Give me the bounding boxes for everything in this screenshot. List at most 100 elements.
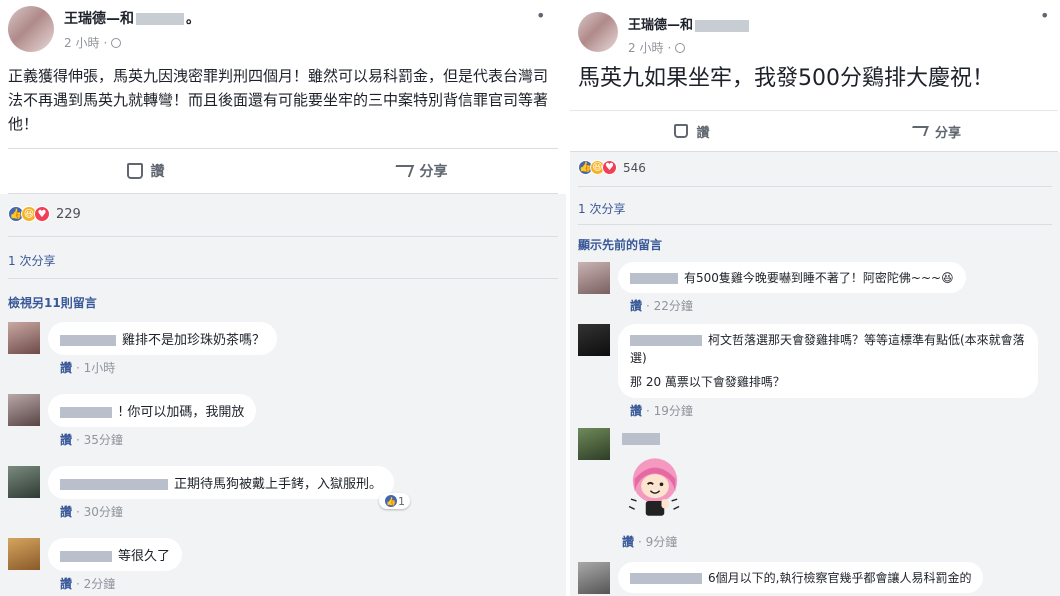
meta-dot: ·: [667, 40, 672, 55]
comment-item: 6個月以下的,執行檢察官幾乎都會讓人易科罰金的: [578, 562, 984, 594]
comment-meta: 讚 · 30分鐘: [60, 505, 123, 519]
comment-like-button[interactable]: 讚: [630, 404, 642, 418]
more-options-icon[interactable]: •: [536, 6, 545, 25]
commenter-avatar[interactable]: [8, 538, 40, 570]
commenter-avatar[interactable]: [8, 322, 40, 354]
comment-text-line2: 那 20 萬票以下會發雞排嗎？: [630, 375, 785, 389]
tagged-friend-blurred[interactable]: [136, 13, 184, 25]
like-button[interactable]: 讚: [570, 111, 814, 151]
commenter-name-blurred[interactable]: [60, 335, 116, 346]
comment-item: 柯文哲落選那天會發雞排嗎？等等這標準有點低(本來就會落選) 那 20 萬票以下會…: [578, 324, 1038, 419]
comment-bubble: 正期待馬狗被戴上手銬，入獄服刑。 👍 1: [48, 466, 411, 509]
commenter-name-blurred[interactable]: [630, 573, 702, 584]
share-button[interactable]: 分享: [814, 111, 1058, 151]
comment-item: 有500隻雞今晚要嚇到睡不著了！阿密陀佛~~~😆 讚 · 22分鐘: [578, 262, 966, 314]
comment-item: ! 你可以加碼，我開放 讚 · 35分鐘: [8, 394, 257, 448]
post-actions: 讚 分享: [8, 148, 558, 194]
author-avatar[interactable]: [578, 12, 618, 52]
author-line: 王瑞德—和 。: [64, 8, 200, 28]
post-text: 正義獲得伸張，馬英九因洩密罪判刑四個月！雖然可以易科罰金，但是代表台灣司法不再遇…: [8, 67, 549, 133]
shares-count[interactable]: 1 次分享: [578, 200, 625, 217]
more-options-icon[interactable]: •: [1040, 6, 1049, 25]
comment-like-button[interactable]: 讚: [60, 577, 72, 591]
post-time[interactable]: 2 小時: [628, 39, 663, 56]
comment-like-button[interactable]: 讚: [60, 361, 72, 375]
comment-time[interactable]: 19分鐘: [654, 404, 693, 418]
reactions-summary[interactable]: 👍 😆 ♥ 229: [8, 206, 81, 222]
commenter-name-blurred[interactable]: [60, 407, 112, 418]
comment-bubble: 柯文哲落選那天會發雞排嗎？等等這標準有點低(本來就會落選) 那 20 萬票以下會…: [618, 324, 1038, 398]
post-meta: 2 小時 ·: [628, 39, 751, 56]
view-more-comments[interactable]: 檢視另11則留言: [8, 294, 97, 311]
tagged-friend-blurred[interactable]: [695, 19, 750, 32]
left-post: 王瑞德—和 。 2 小時 · • 正義獲得伸張，馬英九因洩密罪判刑四個月！雖然可以…: [0, 0, 566, 596]
comment-item: 讚 · 9分鐘: [578, 428, 692, 550]
comment-item: 雞排不是加珍珠奶茶嗎？ 讚 · 1小時: [8, 322, 278, 376]
author-avatar[interactable]: [8, 6, 54, 52]
commenter-avatar[interactable]: [578, 562, 610, 594]
comment-reaction-count: 1: [398, 494, 406, 508]
commenter-avatar[interactable]: [578, 324, 610, 356]
comment-meta: 讚 · 2分鐘: [60, 577, 116, 591]
comment-time[interactable]: 1小時: [84, 361, 116, 375]
shares-count[interactable]: 1 次分享: [8, 252, 55, 269]
post-time[interactable]: 2 小時: [64, 34, 99, 51]
comment-text: 有500隻雞今晚要嚇到睡不著了！阿密陀佛~~~😆: [684, 271, 954, 285]
comment-meta: 讚 · 1小時: [60, 361, 116, 375]
comment-text: ! 你可以加碼，我開放: [118, 405, 245, 420]
like-button[interactable]: 讚: [8, 149, 283, 193]
comment-time[interactable]: 9分鐘: [646, 535, 678, 549]
commenter-name-blurred[interactable]: [622, 432, 660, 445]
view-previous-comments[interactable]: 顯示先前的留言: [578, 236, 662, 253]
commenter-avatar[interactable]: [8, 394, 40, 426]
comment-time[interactable]: 22分鐘: [654, 299, 693, 313]
thumbs-up-icon: [126, 163, 143, 179]
share-button[interactable]: 分享: [283, 149, 558, 193]
divider: [578, 224, 1052, 225]
commenter-name-blurred[interactable]: [630, 273, 678, 284]
comments-area: 👍 😆 ♥ 546 1 次分享 顯示先前的留言 有500隻雞今晚要嚇到睡不著了！…: [570, 152, 1060, 596]
reaction-count: 229: [56, 206, 81, 222]
comment-item: 等很久了 讚 · 2分鐘: [8, 538, 183, 592]
comment-text: 正期待馬狗被戴上手銬，入獄服刑。: [174, 477, 383, 492]
comment-time[interactable]: 30分鐘: [84, 505, 123, 519]
sticker-girl-thumbs-up: [628, 458, 680, 516]
author-name[interactable]: 王瑞德: [628, 18, 667, 33]
thumbs-up-icon: [674, 124, 689, 138]
tagged-suffix: 。: [186, 11, 200, 27]
commenter-name-blurred[interactable]: [60, 551, 112, 562]
comment-text: 雞排不是加珍珠奶茶嗎？: [122, 333, 266, 348]
comment-bubble: 有500隻雞今晚要嚇到睡不著了！阿密陀佛~~~😆: [618, 262, 966, 293]
divider: [8, 236, 558, 237]
comment-meta: 讚 · 19分鐘: [630, 404, 693, 418]
globe-icon: [675, 42, 686, 53]
meta-dot: ·: [103, 35, 108, 50]
commenter-avatar[interactable]: [578, 428, 610, 460]
reaction-count: 546: [623, 160, 646, 175]
author-name[interactable]: 王瑞德: [64, 11, 106, 27]
like-reaction-icon: 👍: [384, 494, 399, 508]
comment-like-button[interactable]: 讚: [60, 433, 72, 447]
commenter-name-row: [618, 428, 692, 447]
commenter-avatar[interactable]: [8, 466, 40, 498]
comment-time[interactable]: 2分鐘: [84, 577, 116, 591]
share-label: 分享: [419, 164, 448, 180]
comment-item: 正期待馬狗被戴上手銬，入獄服刑。 👍 1 讚 · 30分鐘: [8, 466, 411, 520]
comment-like-button[interactable]: 讚: [622, 535, 634, 549]
reactions-summary[interactable]: 👍 😆 ♥ 546: [578, 160, 646, 175]
comment-time[interactable]: 35分鐘: [84, 433, 123, 447]
like-label: 讚: [696, 125, 710, 141]
comment-reactions[interactable]: 👍 1: [379, 493, 411, 509]
comment-like-button[interactable]: 讚: [60, 505, 72, 519]
share-arrow-icon: [909, 126, 929, 136]
commenter-name-blurred[interactable]: [60, 479, 168, 490]
comment-meta: 讚 · 35分鐘: [60, 433, 123, 447]
comment-like-button[interactable]: 讚: [630, 299, 642, 313]
commenter-name-blurred[interactable]: [630, 335, 702, 346]
post-actions: 讚 分享: [570, 110, 1058, 152]
comment-bubble: 等很久了: [48, 538, 183, 571]
divider: [8, 278, 558, 279]
commenter-avatar[interactable]: [578, 262, 610, 294]
comment-meta: 讚 · 9分鐘: [622, 535, 678, 549]
love-reaction-icon: ♥: [602, 160, 617, 175]
